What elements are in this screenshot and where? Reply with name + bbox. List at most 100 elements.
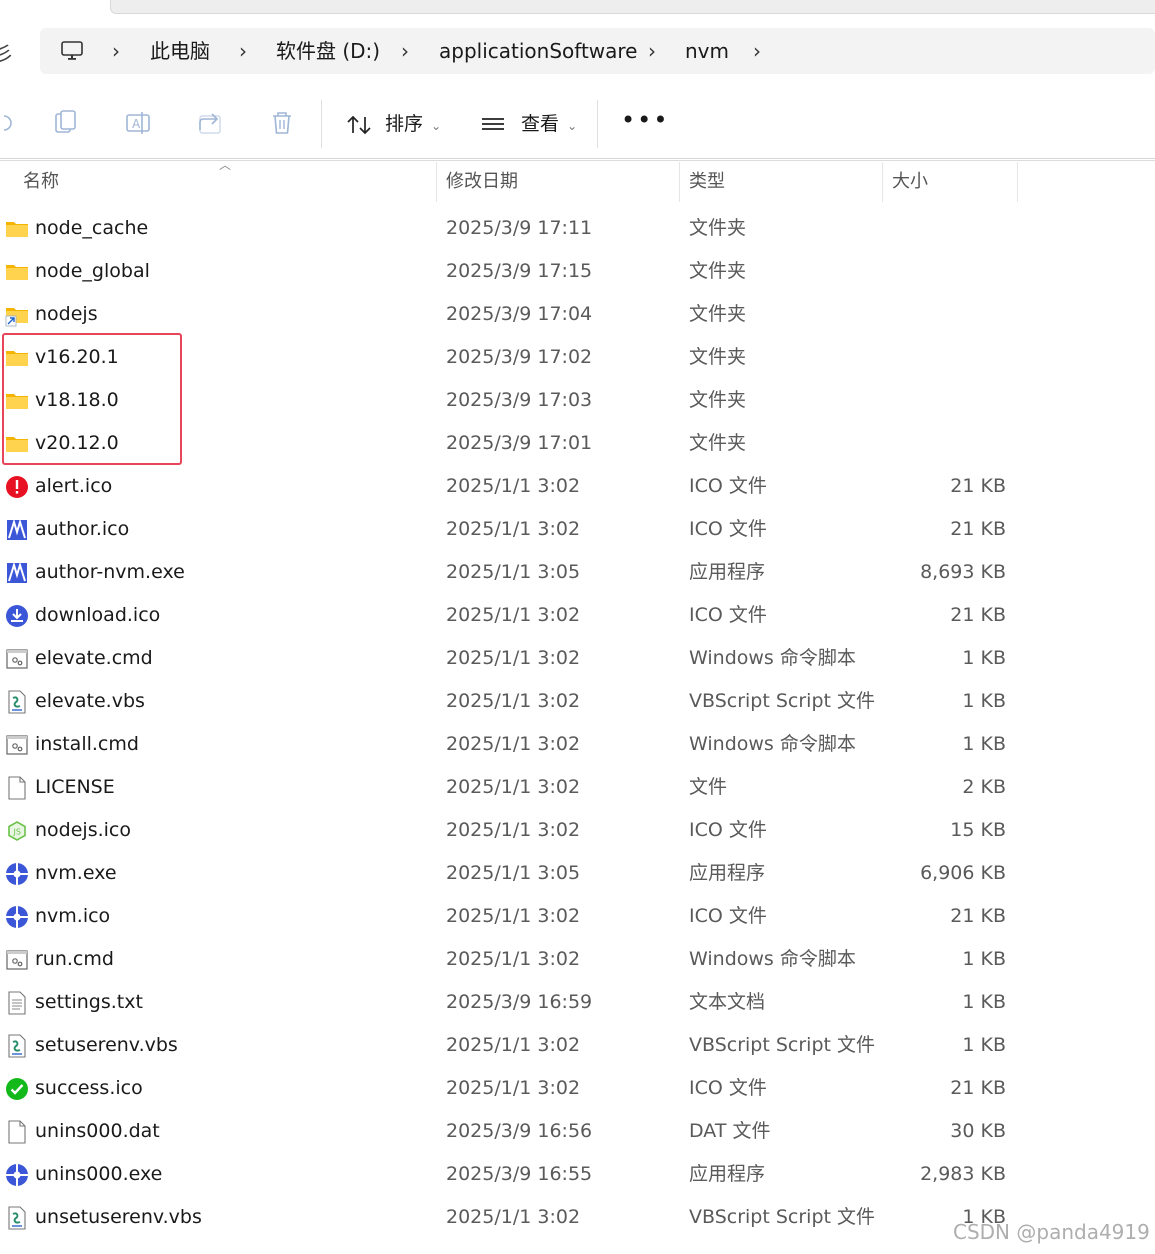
cut-icon[interactable]	[0, 108, 16, 138]
file-size: 2 KB	[962, 776, 1006, 798]
file-type: 文件夹	[689, 346, 747, 368]
svg-text:A: A	[132, 117, 141, 131]
breadcrumb-nvm[interactable]: nvm	[685, 28, 729, 74]
alert-icon	[5, 475, 29, 499]
file-type: 应用程序	[689, 862, 766, 884]
file-row[interactable]: unins000.dat 2025/3/9 16:56 DAT 文件 30 KB	[0, 1110, 1155, 1153]
nvm-icon	[5, 905, 29, 929]
file-type: ICO 文件	[689, 905, 767, 927]
breadcrumb-drive-d[interactable]: 软件盘 (D:)	[276, 28, 380, 74]
file-size: 21 KB	[950, 475, 1006, 497]
file-type: ICO 文件	[689, 819, 767, 841]
file-row[interactable]: alert.ico 2025/1/1 3:02 ICO 文件 21 KB	[0, 465, 1155, 508]
column-divider[interactable]	[679, 162, 680, 202]
file-date: 2025/1/1 3:02	[446, 776, 581, 798]
file-size: 6,906 KB	[920, 862, 1006, 884]
file-date: 2025/1/1 3:05	[446, 862, 581, 884]
file-row[interactable]: setuserenv.vbs 2025/1/1 3:02 VBScript Scri…	[0, 1024, 1155, 1067]
file-date: 2025/3/9 16:55	[446, 1163, 593, 1185]
file-size: 1 KB	[962, 991, 1006, 1013]
chevron-right-icon[interactable]: ›	[753, 28, 761, 74]
chevron-right-icon[interactable]: ›	[648, 28, 656, 74]
column-header-date[interactable]: 修改日期	[446, 162, 518, 202]
file-name: author-nvm.exe	[35, 561, 185, 583]
more-options-icon[interactable]: •••	[621, 100, 669, 140]
file-row[interactable]: node_cache 2025/3/9 17:11 文件夹	[0, 207, 1155, 250]
file-row[interactable]: nvm.exe 2025/1/1 3:05 应用程序 6,906 KB	[0, 852, 1155, 895]
folder-icon	[5, 260, 29, 284]
file-name: unins000.exe	[35, 1163, 163, 1185]
file-row[interactable]: author.ico 2025/1/1 3:02 ICO 文件 21 KB	[0, 508, 1155, 551]
chevron-right-icon[interactable]: ›	[401, 28, 409, 74]
file-type: ICO 文件	[689, 518, 767, 540]
rename-icon[interactable]: A	[123, 108, 153, 138]
file-name: install.cmd	[35, 733, 139, 755]
file-row[interactable]: nodejs 2025/3/9 17:04 文件夹	[0, 293, 1155, 336]
file-row[interactable]: LICENSE 2025/1/1 3:02 文件 2 KB	[0, 766, 1155, 809]
toolbar-separator	[597, 100, 598, 148]
file-row[interactable]: run.cmd 2025/1/1 3:02 Windows 命令脚本 1 KB	[0, 938, 1155, 981]
file-name: node_cache	[35, 217, 149, 239]
file-name: LICENSE	[35, 776, 115, 798]
share-icon[interactable]	[195, 108, 225, 138]
file-row[interactable]: elevate.cmd 2025/1/1 3:02 Windows 命令脚本 1 KB	[0, 637, 1155, 680]
vbs-file-icon	[5, 1034, 29, 1058]
computer-icon[interactable]	[60, 39, 84, 63]
file-type: ICO 文件	[689, 1077, 767, 1099]
column-header-row: 名称 修改日期 类型 大小	[0, 162, 1155, 202]
folder-icon	[5, 217, 29, 241]
breadcrumb-this-pc[interactable]: 此电脑	[150, 28, 210, 74]
list-view-icon	[482, 117, 504, 130]
column-header-size[interactable]: 大小	[892, 162, 928, 202]
file-date: 2025/1/1 3:02	[446, 604, 581, 626]
file-row[interactable]: node_global 2025/3/9 17:15 文件夹	[0, 250, 1155, 293]
chevron-down-icon: ⌄	[567, 119, 578, 133]
chevron-right-icon[interactable]: ›	[112, 28, 120, 74]
file-date: 2025/3/9 17:11	[446, 217, 593, 239]
column-header-type[interactable]: 类型	[689, 162, 725, 202]
breadcrumb-applicationsoftware[interactable]: applicationSoftware	[439, 28, 638, 74]
tab-edge	[110, 0, 1155, 14]
file-name: setuserenv.vbs	[35, 1034, 178, 1056]
file-date: 2025/3/9 16:59	[446, 991, 593, 1013]
file-date: 2025/1/1 3:02	[446, 518, 581, 540]
file-row[interactable]: install.cmd 2025/1/1 3:02 Windows 命令脚本 1 KB	[0, 723, 1155, 766]
file-type: 应用程序	[689, 1163, 766, 1185]
file-date: 2025/1/1 3:02	[446, 819, 581, 841]
file-row[interactable]: nvm.ico 2025/1/1 3:02 ICO 文件 21 KB	[0, 895, 1155, 938]
file-row[interactable]: author-nvm.exe 2025/1/1 3:05 应用程序 8,693 KB	[0, 551, 1155, 594]
nodejs-icon: JS	[5, 819, 29, 843]
highlight-annotation-box	[2, 333, 182, 465]
file-name: nodejs.ico	[35, 819, 131, 841]
file-size: 1 KB	[962, 647, 1006, 669]
column-divider[interactable]	[436, 162, 437, 202]
file-row[interactable]: download.ico 2025/1/1 3:02 ICO 文件 21 KB	[0, 594, 1155, 637]
file-date: 2025/1/1 3:02	[446, 733, 581, 755]
file-date: 2025/1/1 3:05	[446, 561, 581, 583]
sort-button[interactable]: 排序 ⌄	[345, 104, 441, 144]
file-date: 2025/1/1 3:02	[446, 948, 581, 970]
column-divider[interactable]	[882, 162, 883, 202]
file-name: nodejs	[35, 303, 98, 325]
file-row[interactable]: elevate.vbs 2025/1/1 3:02 VBScript Script …	[0, 680, 1155, 723]
column-header-name[interactable]: 名称	[23, 162, 59, 202]
file-row[interactable]: unins000.exe 2025/3/9 16:55 应用程序 2,983 KB	[0, 1153, 1155, 1196]
file-date: 2025/1/1 3:02	[446, 647, 581, 669]
folder-shortcut-icon	[5, 303, 29, 327]
file-name: elevate.vbs	[35, 690, 145, 712]
file-row[interactable]: success.ico 2025/1/1 3:02 ICO 文件 21 KB	[0, 1067, 1155, 1110]
chevron-right-icon[interactable]: ›	[239, 28, 247, 74]
file-name: nvm.exe	[35, 862, 117, 884]
delete-icon[interactable]	[267, 108, 297, 138]
file-date: 2025/3/9 16:56	[446, 1120, 593, 1142]
copy-icon[interactable]	[51, 108, 81, 138]
column-divider[interactable]	[1017, 162, 1018, 202]
blank-file-icon	[5, 776, 29, 800]
file-date: 2025/1/1 3:02	[446, 905, 581, 927]
file-row[interactable]: settings.txt 2025/3/9 16:59 文本文档 1 KB	[0, 981, 1155, 1024]
view-button[interactable]: 查看 ⌄	[480, 104, 577, 144]
file-row[interactable]: JS nodejs.ico 2025/1/1 3:02 ICO 文件 15 KB	[0, 809, 1155, 852]
command-bar: A 排序 ⌄ 查看 ⌄ •••	[0, 90, 1155, 159]
breadcrumb[interactable]: › 此电脑 › 软件盘 (D:) › applicationSoftware ›…	[40, 28, 1155, 74]
file-size: 21 KB	[950, 518, 1006, 540]
